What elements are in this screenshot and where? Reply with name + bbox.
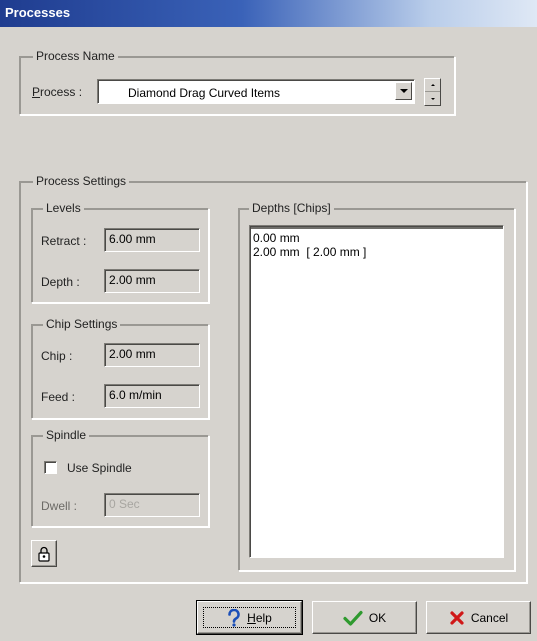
feed-field[interactable]: 6.0 m/min bbox=[104, 384, 200, 408]
help-button[interactable]: Help bbox=[196, 600, 303, 635]
list-item[interactable]: 0.00 mm bbox=[253, 231, 500, 245]
depths-legend: Depths [Chips] bbox=[249, 201, 334, 216]
spinner-down-button[interactable] bbox=[425, 92, 440, 105]
x-icon bbox=[450, 610, 464, 625]
process-label: Process : bbox=[32, 85, 83, 99]
process-dropdown-value: Diamond Drag Curved Items bbox=[128, 86, 281, 100]
feed-label: Feed : bbox=[41, 390, 76, 404]
depths-list[interactable]: 0.00 mm 2.00 mm [ 2.00 mm ] bbox=[249, 225, 504, 558]
list-item[interactable]: 2.00 mm [ 2.00 mm ] bbox=[253, 245, 500, 259]
dropdown-arrow-button[interactable] bbox=[395, 82, 412, 100]
title-bar[interactable]: Processes bbox=[0, 0, 537, 27]
chip-label: Chip : bbox=[41, 349, 73, 363]
levels-legend: Levels bbox=[43, 201, 84, 216]
spinner-up-button[interactable] bbox=[425, 79, 440, 92]
cancel-button-label: Cancel bbox=[470, 610, 509, 625]
ok-button[interactable]: OK bbox=[312, 601, 417, 634]
chip-field[interactable]: 2.00 mm bbox=[104, 343, 200, 367]
chevron-down-icon bbox=[399, 89, 408, 93]
lock-button[interactable] bbox=[31, 540, 57, 567]
process-order-spinner[interactable] bbox=[424, 78, 441, 106]
chip-settings-legend: Chip Settings bbox=[43, 317, 121, 332]
retract-field[interactable]: 6.00 mm bbox=[104, 228, 200, 252]
lock-icon bbox=[38, 546, 50, 562]
cancel-button[interactable]: Cancel bbox=[426, 601, 531, 634]
processes-dialog: Processes Process Name Process : Diamond… bbox=[0, 0, 537, 641]
arrow-up-icon bbox=[430, 84, 435, 86]
use-spindle-label[interactable]: Use Spindle bbox=[67, 461, 132, 475]
dwell-field: 0 Sec bbox=[104, 493, 200, 517]
arrow-down-icon bbox=[430, 97, 435, 100]
spindle-legend: Spindle bbox=[43, 428, 90, 443]
retract-label: Retract : bbox=[41, 234, 87, 248]
process-name-legend: Process Name bbox=[33, 49, 118, 64]
use-spindle-checkbox[interactable] bbox=[44, 461, 57, 474]
focus-rect bbox=[203, 607, 296, 628]
window-title: Processes bbox=[5, 5, 71, 20]
checkmark-icon bbox=[343, 610, 363, 626]
process-settings-legend: Process Settings bbox=[33, 174, 130, 189]
depth-label: Depth : bbox=[41, 275, 80, 289]
depth-field[interactable]: 2.00 mm bbox=[104, 269, 200, 293]
process-dropdown[interactable]: Diamond Drag Curved Items bbox=[97, 79, 415, 104]
ok-button-label: OK bbox=[368, 610, 387, 625]
dwell-label: Dwell : bbox=[41, 499, 78, 513]
